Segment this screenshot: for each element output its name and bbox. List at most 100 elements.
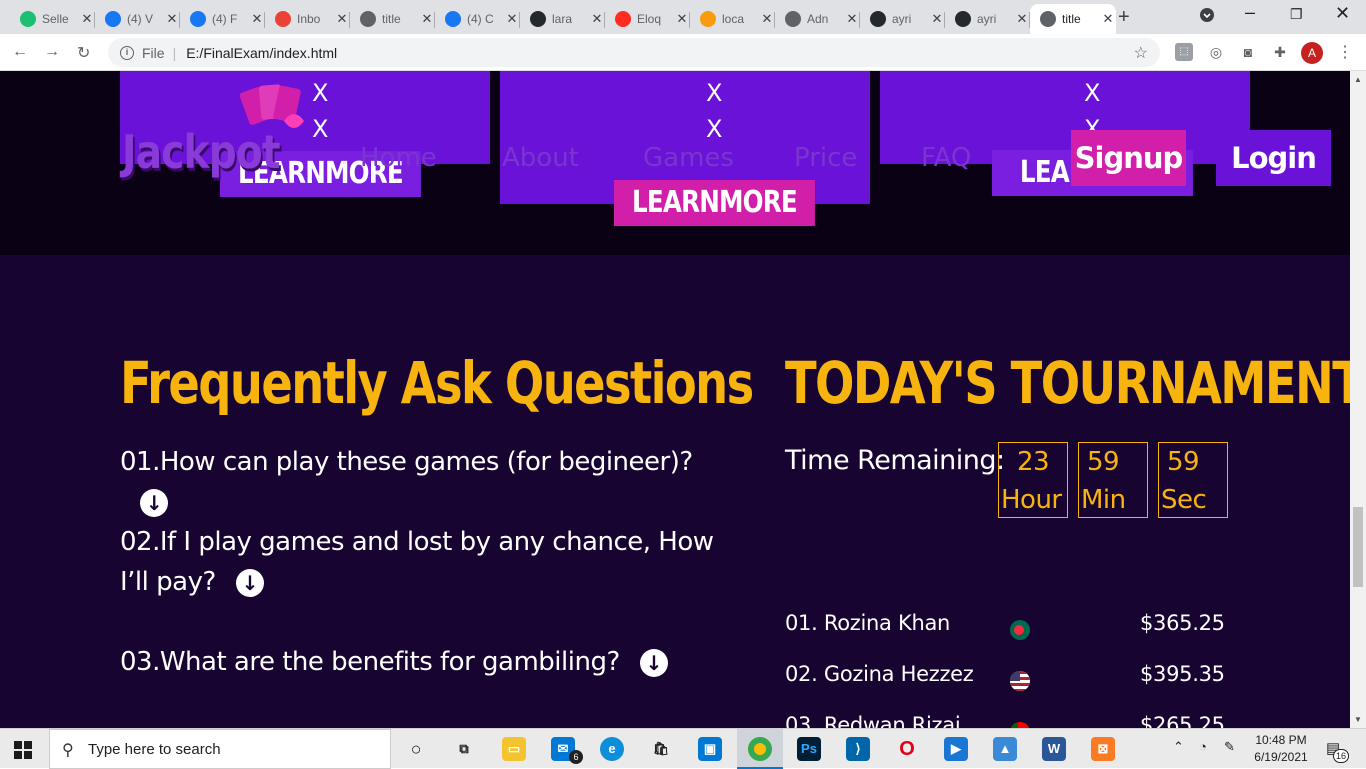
tray-chevron-icon[interactable]: ⌃	[1173, 739, 1184, 755]
tab-close-icon[interactable]: ✕	[164, 11, 180, 27]
tab-close-icon[interactable]: ✕	[79, 11, 95, 27]
tab-title: (4) F	[212, 12, 238, 26]
facebook-icon	[190, 11, 206, 27]
browser-tab[interactable]: (4) F ✕	[180, 4, 265, 34]
browser-tab[interactable]: ayri ✕	[945, 4, 1030, 34]
nav-link-price[interactable]: Price	[794, 143, 857, 173]
reload-icon[interactable]: ↻	[77, 43, 90, 63]
windows-taskbar: ⚲ Type here to search ○ ⧉ ▭ ✉ 6 e 🛍 ▣ Ps…	[0, 728, 1366, 769]
scrollbar-thumb[interactable]	[1353, 507, 1363, 587]
browser-tab[interactable]: (4) C ✕	[435, 4, 520, 34]
tab-close-icon[interactable]: ✕	[249, 11, 265, 27]
card-close-icon[interactable]: X	[1084, 115, 1100, 131]
info-icon[interactable]: i	[120, 45, 134, 60]
card-close-icon[interactable]: X	[1084, 79, 1100, 107]
bookmark-star-icon[interactable]: ☆	[1134, 43, 1148, 63]
faq-question[interactable]: 01.How can play these games (for beginee…	[120, 442, 740, 522]
signup-button[interactable]: Signup	[1071, 130, 1186, 186]
app-icon[interactable]: ▣	[698, 737, 722, 761]
arrow-down-circle-icon[interactable]: ↓	[140, 488, 168, 517]
camera-extension-icon[interactable]: ◙	[1239, 43, 1257, 61]
browser-tab[interactable]: (4) V ✕	[95, 4, 180, 34]
maximize-icon[interactable]: ❐	[1290, 6, 1303, 23]
faq-question[interactable]: 02.If I play games and lost by any chanc…	[120, 522, 740, 602]
browser-tab[interactable]: Eloq ✕	[605, 4, 690, 34]
leaderboard-row: 01. Rozina Khan $365.25	[785, 611, 1225, 651]
puzzle-icon[interactable]: ✚	[1271, 43, 1289, 61]
faq-question[interactable]: 03.What are the benefits for gambiling? ↓	[120, 642, 740, 682]
vscode-icon[interactable]: ⟩	[846, 737, 870, 761]
tab-search-icon[interactable]	[1200, 8, 1214, 25]
arrow-down-circle-icon[interactable]: ↓	[639, 648, 668, 677]
tab-close-icon[interactable]: ✕	[1014, 11, 1030, 27]
chrome-icon[interactable]	[748, 737, 772, 761]
minimize-icon[interactable]: –	[1245, 2, 1255, 23]
scroll-down-icon[interactable]: ▼	[1354, 715, 1362, 724]
nav-link-games[interactable]: Games	[643, 143, 734, 173]
translate-extension-icon[interactable]: ◎	[1207, 43, 1225, 61]
nav-link-about[interactable]: About	[502, 143, 579, 173]
tab-title: title	[382, 12, 401, 26]
windows-start-icon[interactable]	[14, 741, 32, 759]
taskbar-search-box[interactable]: ⚲ Type here to search	[49, 729, 391, 769]
site-logo[interactable]: Jackpot	[122, 125, 281, 179]
scroll-up-icon[interactable]: ▲	[1354, 75, 1362, 84]
opera-icon[interactable]: O	[895, 737, 919, 761]
file-explorer-icon[interactable]: ▭	[502, 737, 526, 761]
browser-tab[interactable]: lara ✕	[520, 4, 605, 34]
media-player-icon[interactable]: ▶	[944, 737, 968, 761]
nav-link-faq[interactable]: FAQ	[921, 143, 971, 173]
browser-menu-icon[interactable]: ⋮	[1337, 42, 1353, 62]
tab-title: (4) V	[127, 12, 154, 26]
system-clock[interactable]: 10:48 PM 6/19/2021	[1246, 732, 1316, 766]
photoshop-icon[interactable]: Ps	[797, 737, 821, 761]
browser-tab[interactable]: loca ✕	[690, 4, 775, 34]
gmail-icon	[275, 11, 291, 27]
browser-tab-strip: Selle ✕ (4) V ✕ (4) F ✕ Inbo ✕ title ✕ (4) C ✕ lara ✕…	[0, 0, 1366, 34]
browser-tab[interactable]: title ✕	[1030, 4, 1116, 34]
arrow-down-circle-icon[interactable]: ↓	[235, 568, 264, 597]
browser-tab[interactable]: Adn ✕	[775, 4, 860, 34]
cortana-icon[interactable]: ○	[404, 737, 428, 761]
network-icon[interactable]: ◔	[1199, 739, 1207, 754]
laravel-icon	[615, 11, 631, 27]
tab-close-icon[interactable]: ✕	[759, 11, 775, 27]
tournament-heading: TODAY'S TOURNAMENT	[785, 349, 1350, 417]
extension-icon[interactable]: ⬚	[1175, 43, 1193, 61]
browser-tab[interactable]: ayri ✕	[860, 4, 945, 34]
edge-icon[interactable]: e	[600, 737, 624, 761]
forward-icon[interactable]: →	[44, 43, 60, 61]
tab-close-icon[interactable]: ✕	[1100, 11, 1116, 27]
pen-icon[interactable]: ✎	[1224, 739, 1235, 755]
github-icon	[870, 11, 886, 27]
learnmore-button[interactable]: LEARNMORE	[614, 180, 815, 226]
login-button[interactable]: Login	[1216, 130, 1331, 186]
browser-toolbar: ← → ↻ i File | E:/FinalExam/index.html ☆…	[0, 34, 1366, 71]
tab-close-icon[interactable]: ✕	[929, 11, 945, 27]
new-tab-button[interactable]: +	[1118, 6, 1130, 29]
back-icon[interactable]: ←	[12, 43, 28, 61]
card-close-icon[interactable]: X	[706, 115, 722, 143]
nav-link-home[interactable]: Home	[360, 143, 437, 173]
photos-icon[interactable]: ▲	[993, 737, 1017, 761]
store-icon[interactable]: 🛍	[649, 737, 673, 761]
notification-count-badge: 16	[1333, 749, 1349, 763]
profile-avatar[interactable]: A	[1301, 42, 1323, 64]
browser-tab[interactable]: Selle ✕	[10, 4, 95, 34]
tab-close-icon[interactable]: ✕	[504, 11, 520, 27]
tab-close-icon[interactable]: ✕	[334, 11, 350, 27]
browser-tab[interactable]: title ✕	[350, 4, 435, 34]
tab-close-icon[interactable]: ✕	[419, 11, 435, 27]
card-close-icon[interactable]: X	[706, 79, 722, 107]
address-bar[interactable]: i File | E:/FinalExam/index.html ☆	[108, 38, 1160, 67]
word-icon[interactable]: W	[1042, 737, 1066, 761]
task-view-icon[interactable]: ⧉	[452, 737, 476, 761]
xampp-icon[interactable]: ⊠	[1091, 737, 1115, 761]
timer-seconds: 59 Sec	[1158, 442, 1228, 518]
page-scrollbar[interactable]: ▲ ▼	[1350, 71, 1366, 728]
browser-tab[interactable]: Inbo ✕	[265, 4, 350, 34]
close-window-icon[interactable]: ✕	[1335, 3, 1350, 24]
tab-close-icon[interactable]: ✕	[844, 11, 860, 27]
tab-close-icon[interactable]: ✕	[589, 11, 605, 27]
tab-close-icon[interactable]: ✕	[674, 11, 690, 27]
